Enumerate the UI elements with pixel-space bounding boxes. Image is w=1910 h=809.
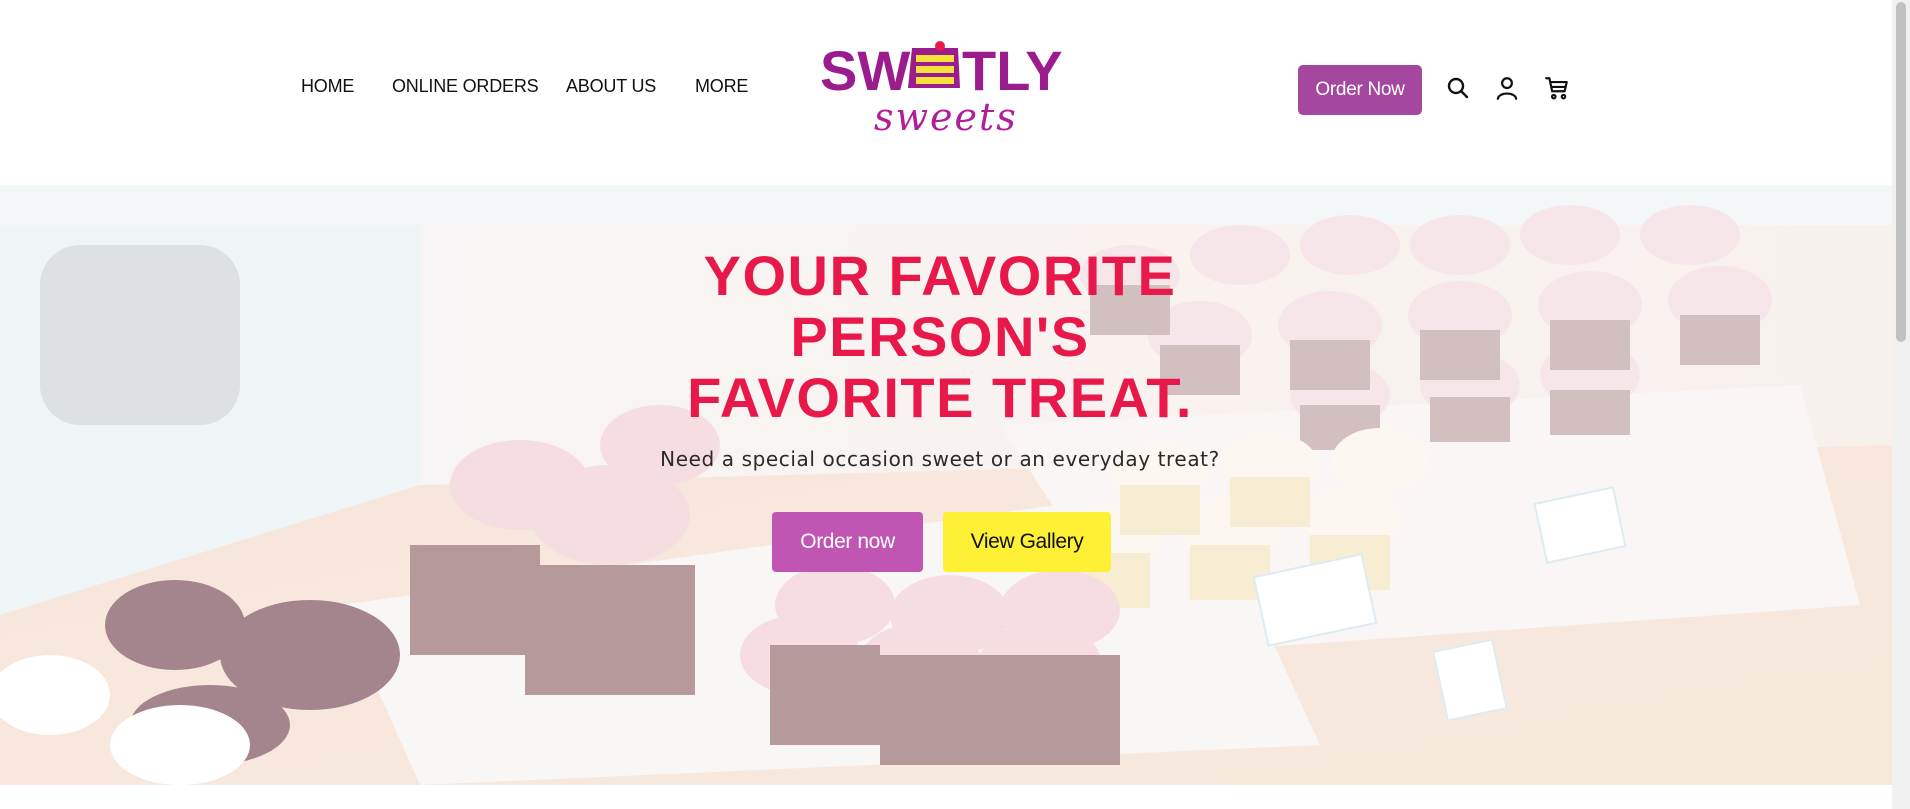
cake-icon	[908, 41, 960, 88]
view-gallery-button[interactable]: View Gallery	[943, 512, 1111, 572]
svg-text:TLY: TLY	[962, 39, 1063, 102]
search-icon[interactable]	[1444, 74, 1472, 102]
hero-title-line-1: YOUR FAVORITE	[703, 244, 1177, 307]
site-logo[interactable]: SW TLY sweets	[820, 38, 1075, 139]
page: HOME ONLINE ORDERS ABOUT US MORE SW TLY	[0, 0, 1910, 809]
hero-order-now-button[interactable]: Order now	[772, 512, 923, 572]
sweetly-sweets-logo: SW TLY sweets	[820, 39, 1063, 139]
site-header: HOME ONLINE ORDERS ABOUT US MORE SW TLY	[0, 0, 1892, 185]
scrollbar-thumb[interactable]	[1896, 2, 1906, 342]
hero-title: YOUR FAVORITE PERSON'S FAVORITE TREAT.	[560, 245, 1320, 428]
page-scrollbar[interactable]	[1892, 0, 1910, 809]
nav-more[interactable]: MORE	[695, 76, 748, 97]
header-order-now-button[interactable]: Order Now	[1298, 65, 1422, 115]
account-icon[interactable]	[1493, 74, 1521, 102]
svg-text:SW: SW	[820, 39, 910, 102]
nav-online-orders[interactable]: ONLINE ORDERS	[392, 76, 539, 97]
hero-section: YOUR FAVORITE PERSON'S FAVORITE TREAT. N…	[0, 185, 1892, 785]
nav-home[interactable]: HOME	[301, 76, 354, 97]
hero-subtitle: Need a special occasion sweet or an ever…	[660, 447, 1220, 471]
svg-text:sweets: sweets	[874, 95, 1018, 138]
hero-title-line-2: PERSON'S	[790, 305, 1090, 368]
cart-icon[interactable]	[1543, 74, 1571, 102]
hero-title-line-3: FAVORITE TREAT.	[687, 366, 1193, 429]
nav-about-us[interactable]: ABOUT US	[566, 76, 656, 97]
